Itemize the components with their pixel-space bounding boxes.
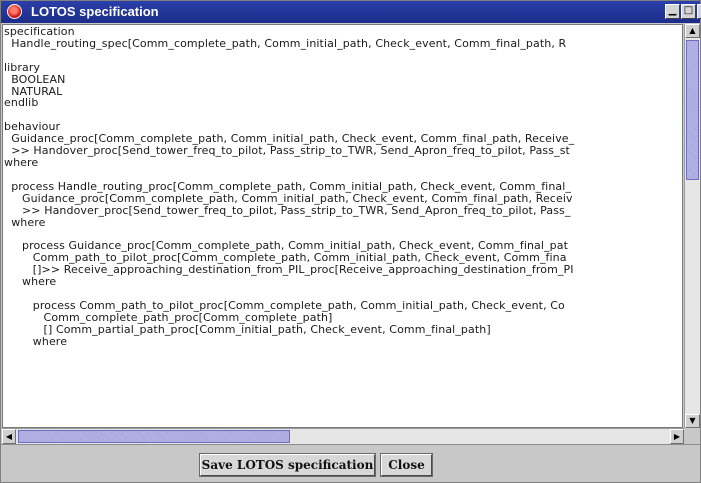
code-line: [] Comm_partial_path_proc[Comm_initial_p… xyxy=(4,322,491,336)
code-line: Comm_complete_path_proc[Comm_complete_pa… xyxy=(4,310,333,324)
code-line: where xyxy=(4,275,57,289)
code-line: endlib xyxy=(4,96,39,110)
window-title: LOTOS specification xyxy=(31,4,159,19)
maximize-button[interactable]: □ xyxy=(681,4,696,19)
scroll-left-arrow-icon[interactable]: ◀ xyxy=(2,429,16,444)
scrollbar-corner xyxy=(684,428,700,444)
app-icon xyxy=(7,4,22,19)
scroll-right-arrow-icon[interactable]: ▶ xyxy=(670,429,684,444)
code-line: BOOLEAN xyxy=(4,72,66,86)
scroll-up-arrow-icon[interactable]: ▲ xyxy=(685,24,700,38)
scroll-down-arrow-icon[interactable]: ▼ xyxy=(685,414,700,428)
code-line: library xyxy=(4,60,41,74)
code-line: Guidance_proc[Comm_complete_path, Comm_i… xyxy=(4,191,573,205)
close-window-button[interactable] xyxy=(697,4,701,19)
code-line: where xyxy=(4,215,46,229)
specification-text-area[interactable]: specification Handle_routing_spec[Comm_c… xyxy=(2,24,683,428)
vertical-scroll-thumb[interactable] xyxy=(686,40,699,180)
code-line: where xyxy=(4,155,39,169)
vertical-scrollbar[interactable]: ▲ ▼ xyxy=(684,24,700,428)
code-line: where xyxy=(4,334,68,348)
code-line: NATURAL xyxy=(4,84,63,98)
code-line: Handle_routing_spec[Comm_complete_path, … xyxy=(4,36,567,50)
code-line: process Handle_routing_proc[Comm_complet… xyxy=(4,179,572,193)
code-line: >> Handover_proc[Send_tower_freq_to_pilo… xyxy=(4,203,571,217)
lotos-spec-window: LOTOS specification ▁ □ specification Ha… xyxy=(0,0,701,483)
save-lotos-specification-button[interactable]: Save LOTOS specification xyxy=(200,454,375,476)
button-bar: Save LOTOS specification Close xyxy=(1,444,700,482)
title-bar[interactable]: LOTOS specification ▁ □ xyxy=(1,1,701,23)
code-line: process Comm_path_to_pilot_proc[Comm_com… xyxy=(4,298,565,312)
code-line: >> Handover_proc[Send_tower_freq_to_pilo… xyxy=(4,144,570,158)
minimize-button[interactable]: ▁ xyxy=(665,4,680,19)
horizontal-scrollbar[interactable]: ◀ ▶ xyxy=(2,428,684,444)
code-line: []>> Receive_approaching_destination_fro… xyxy=(4,263,574,277)
specification-text[interactable]: specification Handle_routing_spec[Comm_c… xyxy=(3,25,682,347)
horizontal-scroll-thumb[interactable] xyxy=(18,430,290,443)
close-button[interactable]: Close xyxy=(381,454,432,476)
